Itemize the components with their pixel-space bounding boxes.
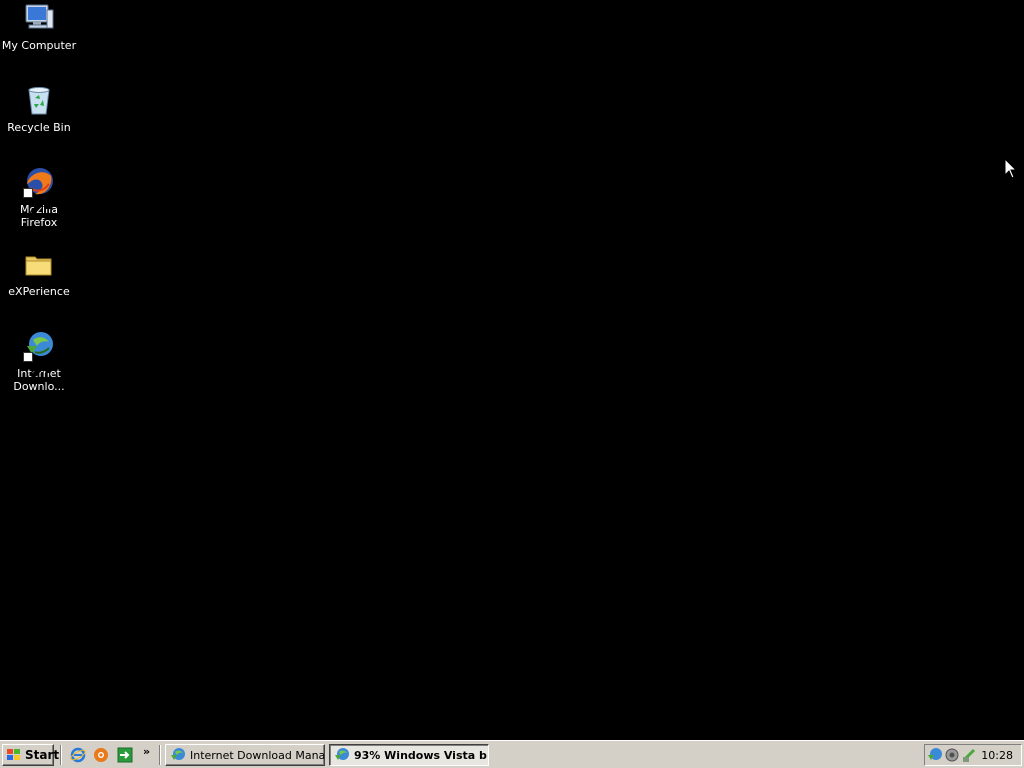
internet-explorer-icon[interactable] bbox=[70, 747, 86, 763]
system-tray: 10:28 bbox=[924, 744, 1022, 766]
start-button[interactable]: Start bbox=[2, 744, 59, 766]
idm-tray-icon[interactable] bbox=[927, 747, 943, 763]
task-button-label: Internet Download Mana... bbox=[190, 748, 325, 762]
desktop-icon-internet-download-manager[interactable]: Internet Downlo... bbox=[1, 330, 77, 393]
taskbar-separator bbox=[60, 745, 62, 765]
windows-logo-icon bbox=[6, 748, 22, 762]
desktop-icon-recycle-bin[interactable]: Recycle Bin bbox=[1, 84, 77, 134]
quick-launch-chevron[interactable]: » bbox=[143, 745, 150, 758]
start-label: Start bbox=[25, 748, 60, 762]
network-tray-icon[interactable] bbox=[961, 747, 977, 763]
desktop-icon-mozilla-firefox[interactable]: Mozilla Firefox bbox=[1, 166, 77, 229]
taskbar-separator bbox=[159, 745, 161, 765]
shortcut-arrow-icon bbox=[23, 188, 51, 215]
desktop-icon-my-computer[interactable]: My Computer bbox=[1, 2, 77, 52]
desktop-icon-label: Recycle Bin bbox=[7, 121, 71, 134]
folder-icon bbox=[23, 248, 55, 280]
show-desktop-arrow-icon[interactable] bbox=[117, 747, 133, 763]
internet-download-manager-icon bbox=[23, 330, 55, 379]
taskbar: Start » Internet Download Mana... 93% Wi… bbox=[0, 740, 1024, 768]
desktop: My Computer Recycle Bin Mozilla Firefox … bbox=[0, 0, 1024, 740]
browser-orange-icon[interactable] bbox=[93, 747, 109, 763]
desktop-icon-label: My Computer bbox=[1, 39, 77, 52]
recycle-bin-icon bbox=[23, 84, 55, 116]
internet-download-manager-icon bbox=[334, 747, 350, 763]
firefox-icon bbox=[23, 166, 55, 215]
shortcut-arrow-icon bbox=[23, 352, 51, 379]
desktop-icon-experience[interactable]: eXPerience bbox=[1, 248, 77, 298]
desktop-icon-label: eXPerience bbox=[8, 285, 70, 298]
internet-download-manager-icon bbox=[170, 747, 186, 763]
clock[interactable]: 10:28 bbox=[981, 749, 1013, 762]
speaker-tray-icon[interactable] bbox=[944, 747, 960, 763]
task-button-windows-vista-download[interactable]: 93% Windows Vista b... bbox=[329, 744, 489, 766]
task-button-internet-download-manager[interactable]: Internet Download Mana... bbox=[165, 744, 325, 766]
mouse-cursor-icon bbox=[1004, 157, 1018, 180]
my-computer-icon bbox=[23, 2, 55, 34]
task-button-label: 93% Windows Vista b... bbox=[354, 748, 489, 762]
